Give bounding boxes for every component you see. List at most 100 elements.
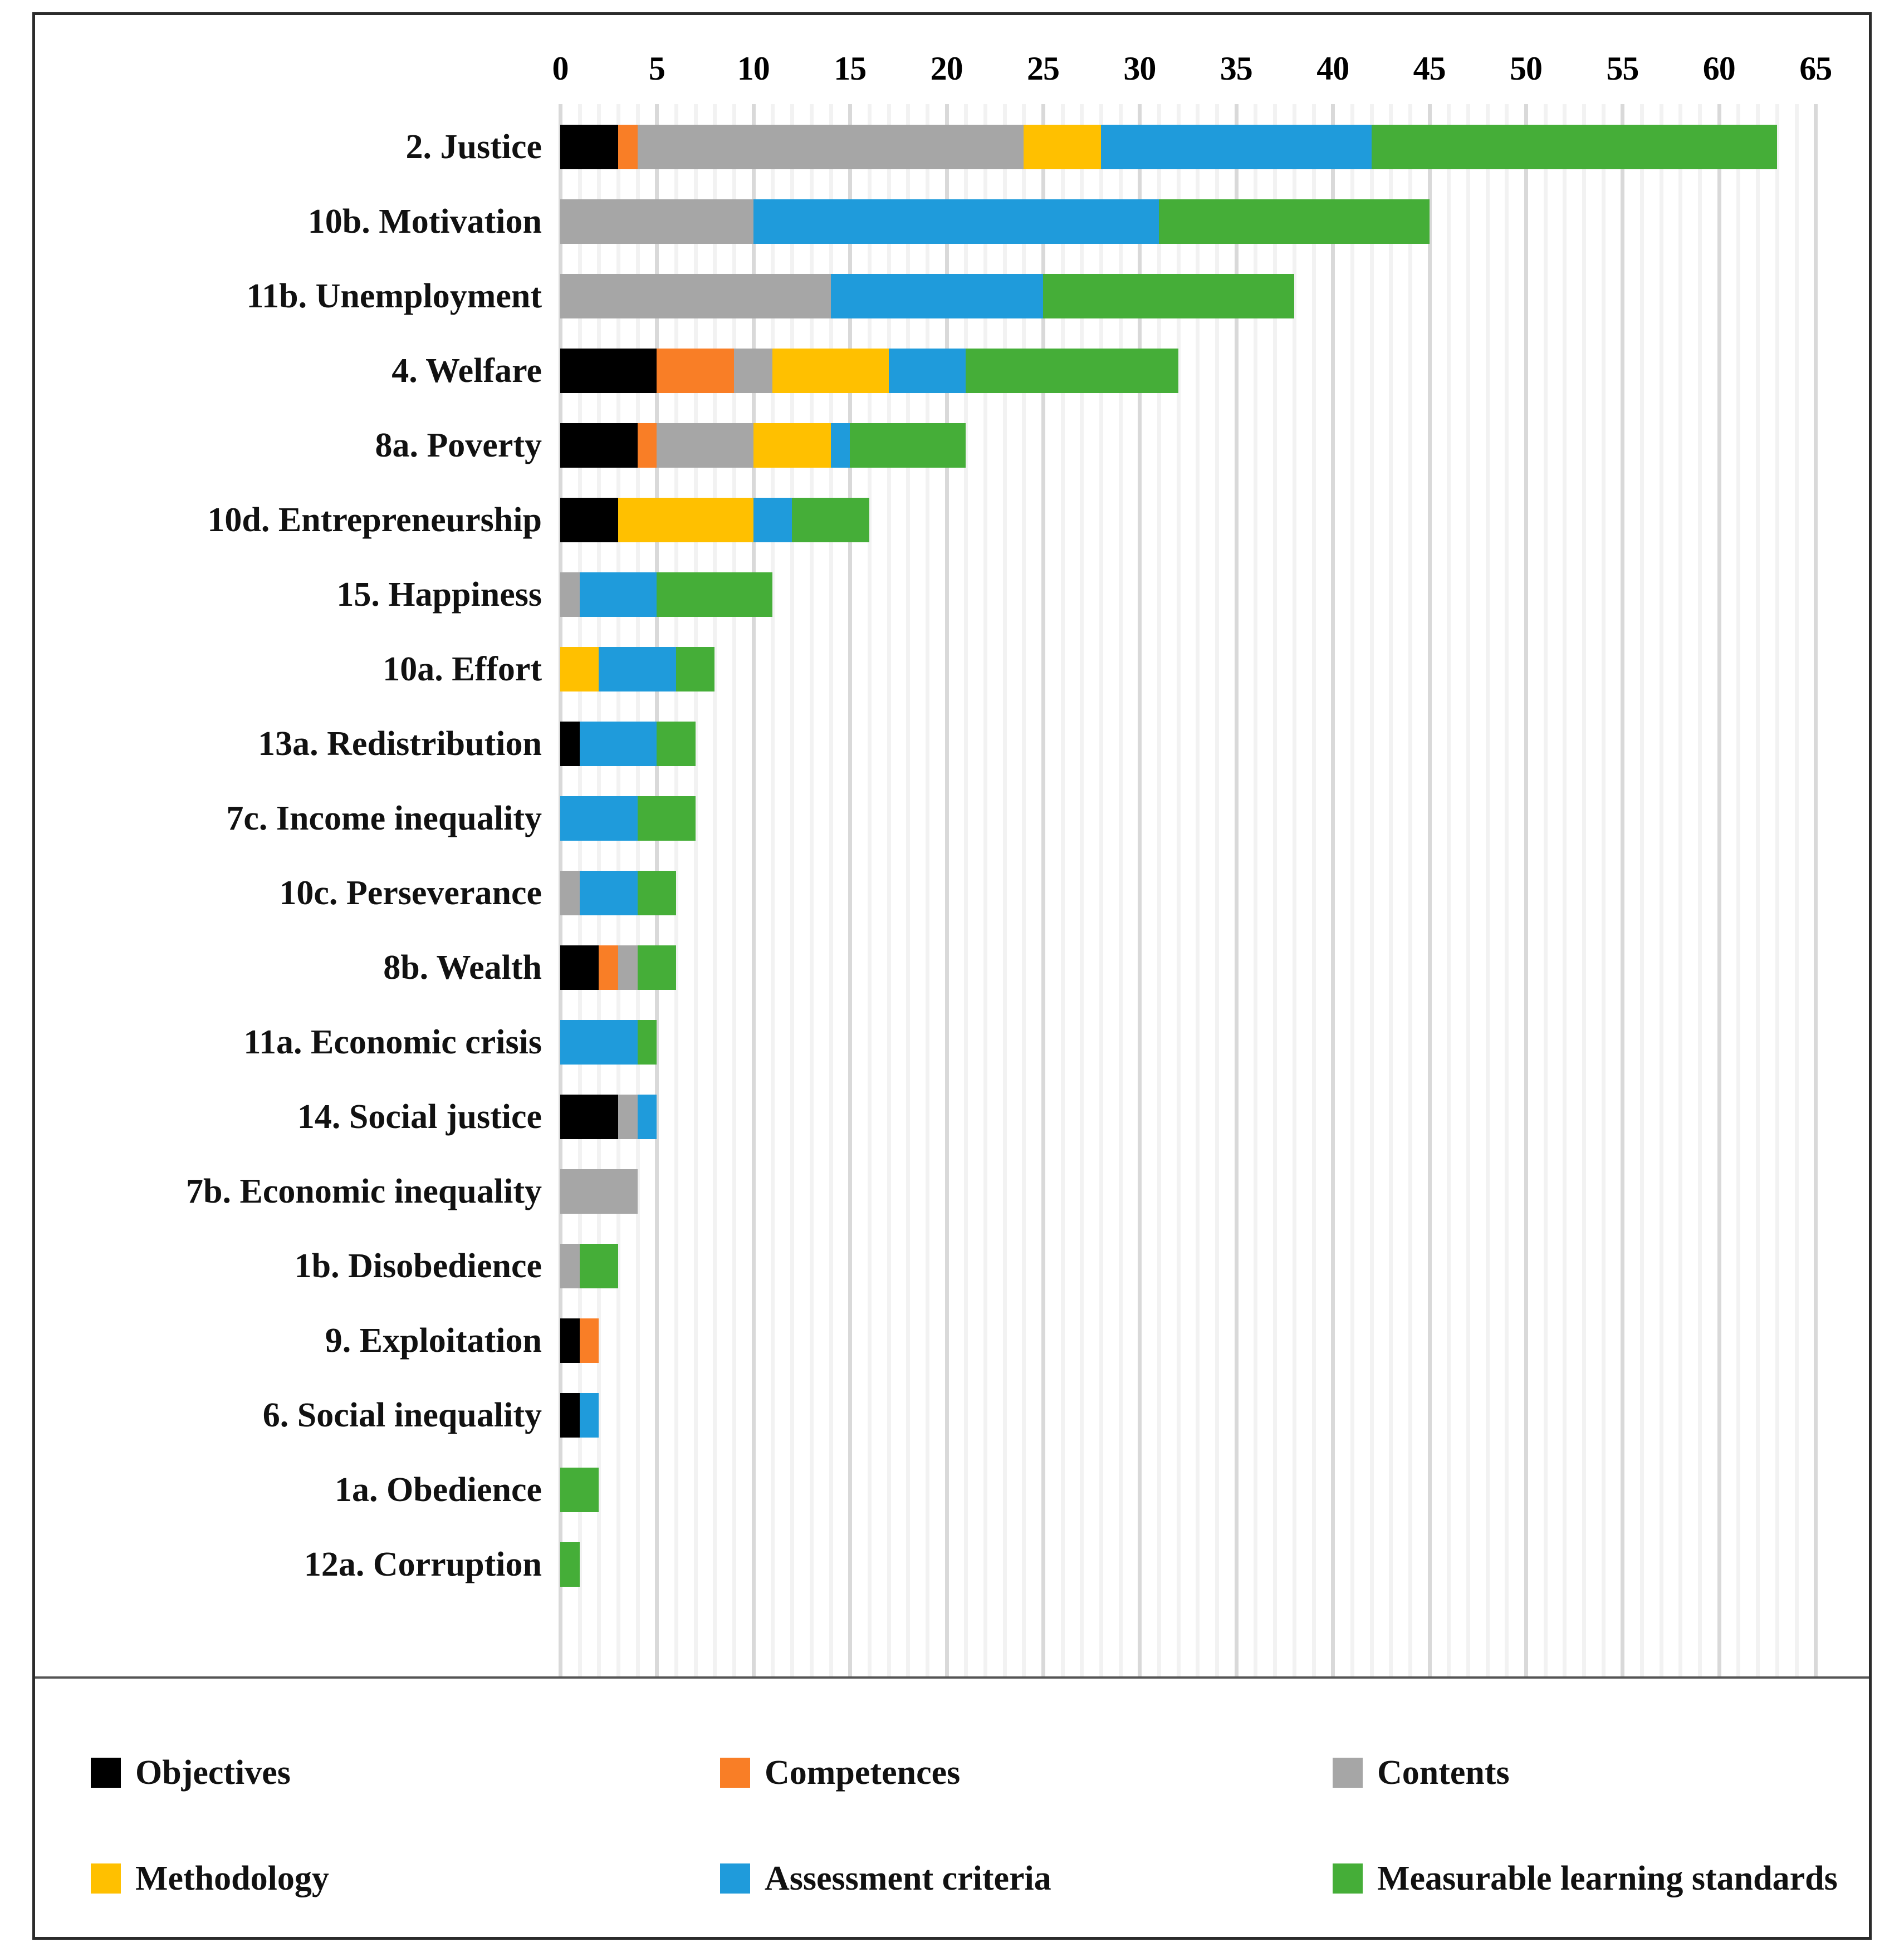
bar-segment-assessment-criteria[interactable] (830, 423, 850, 468)
stacked-bar[interactable] (560, 1393, 599, 1438)
legend-item-measurable-learning-standards[interactable]: Measurable learning standards (1333, 1846, 1838, 1911)
stacked-bar[interactable] (560, 1020, 657, 1065)
bar-segment-competences[interactable] (599, 945, 619, 990)
bar-segment-assessment-criteria[interactable] (888, 349, 966, 393)
bar-segment-measurable-learning-standards[interactable] (560, 1468, 599, 1512)
bar-segment-assessment-criteria[interactable] (579, 871, 638, 915)
bar-segment-methodology[interactable] (618, 498, 753, 542)
stacked-bar[interactable] (560, 945, 677, 990)
bar-row: 8b. Wealth (35, 930, 1869, 1005)
legend-item-objectives[interactable]: Objectives (91, 1740, 291, 1806)
bar-segment-contents[interactable] (734, 349, 773, 393)
stacked-bar[interactable] (560, 199, 1430, 244)
bar-segment-measurable-learning-standards[interactable] (676, 647, 715, 691)
bar-segment-measurable-learning-standards[interactable] (657, 722, 696, 766)
bar-segment-contents[interactable] (560, 274, 831, 318)
bar-segment-contents[interactable] (618, 1095, 638, 1139)
bar-segment-measurable-learning-standards[interactable] (792, 498, 869, 542)
category-label: 6. Social inequality (262, 1396, 542, 1434)
bar-segment-assessment-criteria[interactable] (637, 1095, 657, 1139)
bar-segment-measurable-learning-standards[interactable] (1159, 199, 1430, 244)
stacked-bar[interactable] (560, 572, 773, 617)
x-tick-label: 25 (1027, 50, 1060, 87)
legend-label: Objectives (135, 1753, 291, 1792)
stacked-bar[interactable] (560, 1318, 599, 1363)
bar-segment-contents[interactable] (560, 199, 753, 244)
bar-segment-measurable-learning-standards[interactable] (579, 1244, 619, 1288)
stacked-bar[interactable] (560, 498, 869, 542)
bar-row: 10d. Entrepreneurship (35, 483, 1869, 557)
stacked-bar[interactable] (560, 274, 1294, 318)
bar-segment-contents[interactable] (560, 871, 580, 915)
stacked-bar[interactable] (560, 125, 1777, 169)
bar-segment-measurable-learning-standards[interactable] (850, 423, 966, 468)
bar-segment-competences[interactable] (618, 125, 638, 169)
bar-segment-objectives[interactable] (560, 945, 599, 990)
legend-item-competences[interactable]: Competences (720, 1740, 960, 1806)
stacked-bar[interactable] (560, 1169, 638, 1214)
bar-segment-methodology[interactable] (772, 349, 889, 393)
category-label: 13a. Redistribution (258, 725, 542, 763)
bar-segment-measurable-learning-standards[interactable] (1042, 274, 1294, 318)
bar-segment-methodology[interactable] (753, 423, 831, 468)
bar-segment-measurable-learning-standards[interactable] (966, 349, 1178, 393)
stacked-bar[interactable] (560, 647, 715, 691)
bar-segment-objectives[interactable] (560, 1318, 580, 1363)
stacked-bar[interactable] (560, 1244, 619, 1288)
stacked-bar[interactable] (560, 871, 677, 915)
bar-segment-competences[interactable] (637, 423, 657, 468)
bar-segment-measurable-learning-standards[interactable] (560, 1542, 580, 1587)
bar-segment-contents[interactable] (560, 572, 580, 617)
category-label: 10d. Entrepreneurship (207, 501, 542, 539)
bar-segment-objectives[interactable] (560, 349, 657, 393)
bar-segment-contents[interactable] (657, 423, 753, 468)
bar-segment-assessment-criteria[interactable] (753, 498, 792, 542)
bar-segment-methodology[interactable] (560, 647, 599, 691)
category-label: 10c. Perseverance (279, 874, 542, 912)
bar-segment-methodology[interactable] (1024, 125, 1102, 169)
bar-segment-competences[interactable] (657, 349, 735, 393)
stacked-bar[interactable] (560, 796, 696, 841)
bar-segment-objectives[interactable] (560, 722, 580, 766)
stacked-bar[interactable] (560, 1542, 580, 1587)
stacked-bar[interactable] (560, 722, 696, 766)
bar-segment-assessment-criteria[interactable] (1101, 125, 1372, 169)
bar-segment-assessment-criteria[interactable] (560, 1020, 638, 1065)
bar-segment-objectives[interactable] (560, 423, 638, 468)
category-label: 7b. Economic inequality (185, 1173, 542, 1210)
bar-segment-measurable-learning-standards[interactable] (1371, 125, 1777, 169)
stacked-bar[interactable] (560, 423, 966, 468)
x-tick-label: 50 (1510, 50, 1543, 87)
bar-row: 12a. Corruption (35, 1527, 1869, 1602)
bar-segment-assessment-criteria[interactable] (830, 274, 1043, 318)
bar-segment-assessment-criteria[interactable] (599, 647, 677, 691)
legend-label: Methodology (135, 1859, 329, 1897)
bar-segment-measurable-learning-standards[interactable] (637, 796, 696, 841)
legend-item-methodology[interactable]: Methodology (91, 1846, 329, 1911)
stacked-bar[interactable] (560, 349, 1178, 393)
bar-segment-objectives[interactable] (560, 125, 619, 169)
bar-segment-assessment-criteria[interactable] (753, 199, 1159, 244)
stacked-bar[interactable] (560, 1468, 599, 1512)
bar-segment-competences[interactable] (579, 1318, 599, 1363)
bar-segment-contents[interactable] (618, 945, 638, 990)
bar-segment-contents[interactable] (560, 1169, 638, 1214)
bar-segment-assessment-criteria[interactable] (579, 1393, 599, 1438)
legend-item-assessment-criteria[interactable]: Assessment criteria (720, 1846, 1051, 1911)
bar-segment-objectives[interactable] (560, 1393, 580, 1438)
bar-segment-objectives[interactable] (560, 498, 619, 542)
bar-segment-assessment-criteria[interactable] (579, 722, 657, 766)
legend-item-contents[interactable]: Contents (1333, 1740, 1510, 1806)
bar-row: 9. Exploitation (35, 1303, 1869, 1378)
category-label: 1a. Obedience (335, 1471, 542, 1509)
bar-segment-measurable-learning-standards[interactable] (637, 945, 677, 990)
stacked-bar[interactable] (560, 1095, 657, 1139)
bar-segment-measurable-learning-standards[interactable] (637, 1020, 657, 1065)
bar-segment-objectives[interactable] (560, 1095, 619, 1139)
bar-segment-measurable-learning-standards[interactable] (637, 871, 677, 915)
bar-segment-contents[interactable] (637, 125, 1024, 169)
bar-segment-measurable-learning-standards[interactable] (657, 572, 773, 617)
bar-segment-assessment-criteria[interactable] (560, 796, 638, 841)
bar-segment-assessment-criteria[interactable] (579, 572, 657, 617)
bar-segment-contents[interactable] (560, 1244, 580, 1288)
